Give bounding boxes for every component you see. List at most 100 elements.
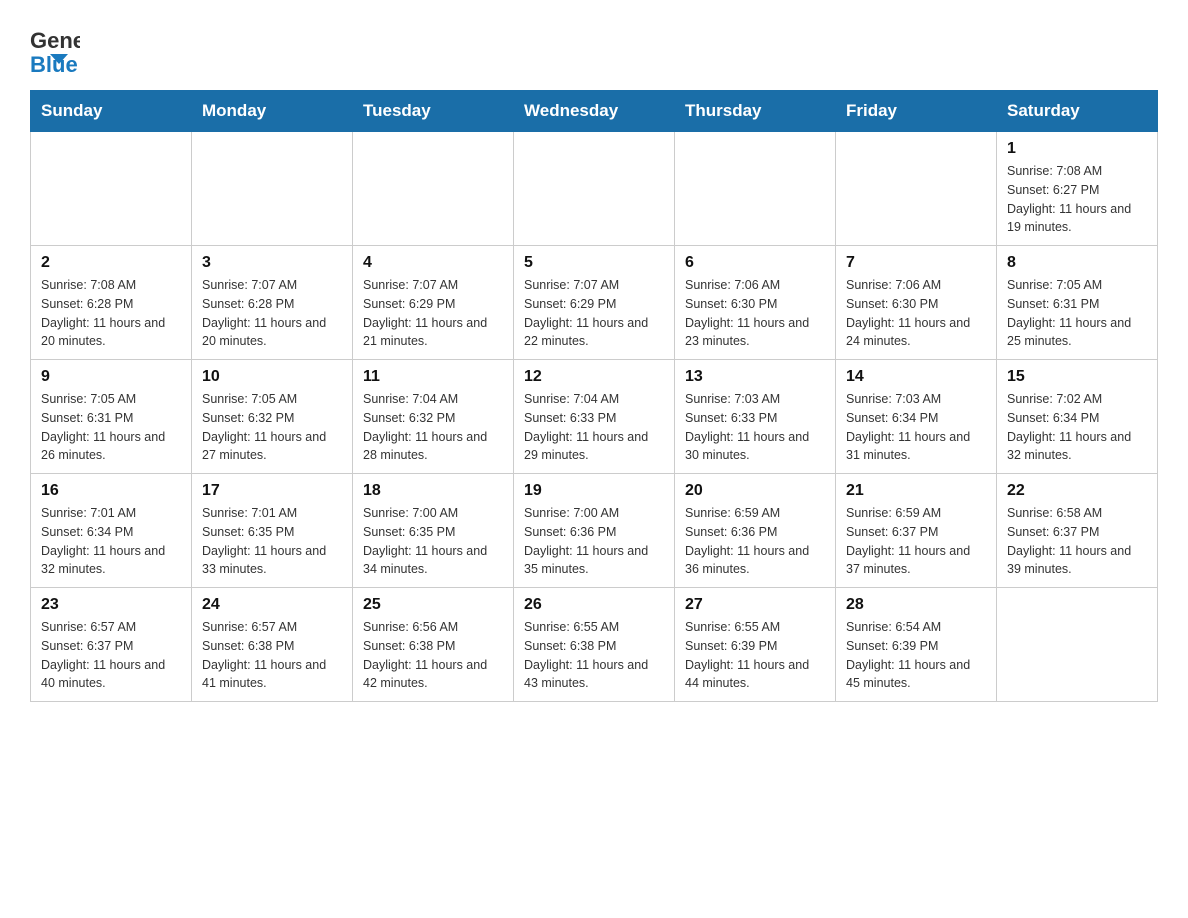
calendar-cell: 8 Sunrise: 7:05 AM Sunset: 6:31 PM Daylig… <box>997 246 1158 360</box>
calendar-cell: 2 Sunrise: 7:08 AM Sunset: 6:28 PM Daylig… <box>31 246 192 360</box>
day-number: 13 <box>685 368 825 386</box>
day-info: Sunrise: 6:59 AM Sunset: 6:37 PM Dayligh… <box>846 504 986 579</box>
calendar-cell: 9 Sunrise: 7:05 AM Sunset: 6:31 PM Daylig… <box>31 360 192 474</box>
day-info: Sunrise: 7:05 AM Sunset: 6:31 PM Dayligh… <box>1007 276 1147 351</box>
weekday-header-row: SundayMondayTuesdayWednesdayThursdayFrid… <box>31 91 1158 132</box>
day-info: Sunrise: 6:58 AM Sunset: 6:37 PM Dayligh… <box>1007 504 1147 579</box>
day-number: 17 <box>202 482 342 500</box>
weekday-header-tuesday: Tuesday <box>353 91 514 132</box>
calendar-cell: 22 Sunrise: 6:58 AM Sunset: 6:37 PM Dayli… <box>997 474 1158 588</box>
day-info: Sunrise: 6:57 AM Sunset: 6:38 PM Dayligh… <box>202 618 342 693</box>
calendar-cell: 19 Sunrise: 7:00 AM Sunset: 6:36 PM Dayli… <box>514 474 675 588</box>
day-number: 23 <box>41 596 181 614</box>
weekday-header-sunday: Sunday <box>31 91 192 132</box>
day-info: Sunrise: 7:01 AM Sunset: 6:34 PM Dayligh… <box>41 504 181 579</box>
day-info: Sunrise: 7:03 AM Sunset: 6:33 PM Dayligh… <box>685 390 825 465</box>
day-info: Sunrise: 7:00 AM Sunset: 6:35 PM Dayligh… <box>363 504 503 579</box>
day-info: Sunrise: 7:02 AM Sunset: 6:34 PM Dayligh… <box>1007 390 1147 465</box>
calendar-cell: 10 Sunrise: 7:05 AM Sunset: 6:32 PM Dayli… <box>192 360 353 474</box>
week-row-4: 16 Sunrise: 7:01 AM Sunset: 6:34 PM Dayli… <box>31 474 1158 588</box>
day-info: Sunrise: 7:05 AM Sunset: 6:32 PM Dayligh… <box>202 390 342 465</box>
page-header: General Blue <box>30 20 1158 80</box>
calendar-cell: 12 Sunrise: 7:04 AM Sunset: 6:33 PM Dayli… <box>514 360 675 474</box>
day-number: 27 <box>685 596 825 614</box>
day-info: Sunrise: 7:04 AM Sunset: 6:33 PM Dayligh… <box>524 390 664 465</box>
day-number: 12 <box>524 368 664 386</box>
calendar-cell: 4 Sunrise: 7:07 AM Sunset: 6:29 PM Daylig… <box>353 246 514 360</box>
day-number: 10 <box>202 368 342 386</box>
calendar-cell: 28 Sunrise: 6:54 AM Sunset: 6:39 PM Dayli… <box>836 588 997 702</box>
week-row-1: 1 Sunrise: 7:08 AM Sunset: 6:27 PM Daylig… <box>31 132 1158 246</box>
day-number: 5 <box>524 254 664 272</box>
day-number: 15 <box>1007 368 1147 386</box>
calendar-cell <box>353 132 514 246</box>
week-row-2: 2 Sunrise: 7:08 AM Sunset: 6:28 PM Daylig… <box>31 246 1158 360</box>
day-number: 3 <box>202 254 342 272</box>
calendar-cell: 18 Sunrise: 7:00 AM Sunset: 6:35 PM Dayli… <box>353 474 514 588</box>
calendar-cell: 21 Sunrise: 6:59 AM Sunset: 6:37 PM Dayli… <box>836 474 997 588</box>
week-row-3: 9 Sunrise: 7:05 AM Sunset: 6:31 PM Daylig… <box>31 360 1158 474</box>
day-info: Sunrise: 7:06 AM Sunset: 6:30 PM Dayligh… <box>846 276 986 351</box>
week-row-5: 23 Sunrise: 6:57 AM Sunset: 6:37 PM Dayli… <box>31 588 1158 702</box>
svg-text:Blue: Blue <box>30 52 78 75</box>
day-info: Sunrise: 6:54 AM Sunset: 6:39 PM Dayligh… <box>846 618 986 693</box>
calendar-cell: 16 Sunrise: 7:01 AM Sunset: 6:34 PM Dayli… <box>31 474 192 588</box>
day-info: Sunrise: 6:57 AM Sunset: 6:37 PM Dayligh… <box>41 618 181 693</box>
day-number: 1 <box>1007 140 1147 158</box>
weekday-header-monday: Monday <box>192 91 353 132</box>
calendar-cell: 5 Sunrise: 7:07 AM Sunset: 6:29 PM Daylig… <box>514 246 675 360</box>
day-info: Sunrise: 6:56 AM Sunset: 6:38 PM Dayligh… <box>363 618 503 693</box>
calendar-cell: 26 Sunrise: 6:55 AM Sunset: 6:38 PM Dayli… <box>514 588 675 702</box>
day-info: Sunrise: 7:06 AM Sunset: 6:30 PM Dayligh… <box>685 276 825 351</box>
day-number: 2 <box>41 254 181 272</box>
day-number: 19 <box>524 482 664 500</box>
calendar-cell: 6 Sunrise: 7:06 AM Sunset: 6:30 PM Daylig… <box>675 246 836 360</box>
day-info: Sunrise: 7:00 AM Sunset: 6:36 PM Dayligh… <box>524 504 664 579</box>
calendar-cell <box>192 132 353 246</box>
calendar-cell <box>675 132 836 246</box>
calendar-cell: 14Sunrise: 7:03 AM Sunset: 6:34 PM Dayli… <box>836 360 997 474</box>
day-number: 6 <box>685 254 825 272</box>
day-number: 7 <box>846 254 986 272</box>
calendar-cell: 3 Sunrise: 7:07 AM Sunset: 6:28 PM Daylig… <box>192 246 353 360</box>
day-number: 14 <box>846 368 986 386</box>
calendar-cell: 27 Sunrise: 6:55 AM Sunset: 6:39 PM Dayli… <box>675 588 836 702</box>
day-number: 11 <box>363 368 503 386</box>
day-number: 20 <box>685 482 825 500</box>
day-number: 22 <box>1007 482 1147 500</box>
logo-icon: General Blue <box>30 20 80 80</box>
day-info: Sunrise: 7:07 AM Sunset: 6:29 PM Dayligh… <box>363 276 503 351</box>
day-number: 28 <box>846 596 986 614</box>
calendar-cell <box>836 132 997 246</box>
day-info: Sunrise: 7:08 AM Sunset: 6:28 PM Dayligh… <box>41 276 181 351</box>
day-info: Sunrise: 6:55 AM Sunset: 6:39 PM Dayligh… <box>685 618 825 693</box>
day-number: 8 <box>1007 254 1147 272</box>
calendar-cell <box>514 132 675 246</box>
logo: General Blue <box>30 20 80 80</box>
day-info: Sunrise: 7:08 AM Sunset: 6:27 PM Dayligh… <box>1007 162 1147 237</box>
day-number: 4 <box>363 254 503 272</box>
calendar-cell: 13 Sunrise: 7:03 AM Sunset: 6:33 PM Dayli… <box>675 360 836 474</box>
day-number: 24 <box>202 596 342 614</box>
day-number: 21 <box>846 482 986 500</box>
day-info: Sunrise: 6:59 AM Sunset: 6:36 PM Dayligh… <box>685 504 825 579</box>
day-info: Sunrise: 7:04 AM Sunset: 6:32 PM Dayligh… <box>363 390 503 465</box>
calendar-cell: 23 Sunrise: 6:57 AM Sunset: 6:37 PM Dayli… <box>31 588 192 702</box>
weekday-header-saturday: Saturday <box>997 91 1158 132</box>
day-number: 25 <box>363 596 503 614</box>
weekday-header-wednesday: Wednesday <box>514 91 675 132</box>
day-number: 26 <box>524 596 664 614</box>
day-number: 9 <box>41 368 181 386</box>
day-info: Sunrise: 6:55 AM Sunset: 6:38 PM Dayligh… <box>524 618 664 693</box>
day-info: Sunrise: 7:05 AM Sunset: 6:31 PM Dayligh… <box>41 390 181 465</box>
calendar-cell <box>997 588 1158 702</box>
calendar-cell: 7 Sunrise: 7:06 AM Sunset: 6:30 PM Daylig… <box>836 246 997 360</box>
day-number: 18 <box>363 482 503 500</box>
day-info: Sunrise: 7:07 AM Sunset: 6:28 PM Dayligh… <box>202 276 342 351</box>
calendar-cell: 15 Sunrise: 7:02 AM Sunset: 6:34 PM Dayli… <box>997 360 1158 474</box>
day-number: 16 <box>41 482 181 500</box>
calendar-cell: 17Sunrise: 7:01 AM Sunset: 6:35 PM Dayli… <box>192 474 353 588</box>
calendar-cell: 1 Sunrise: 7:08 AM Sunset: 6:27 PM Daylig… <box>997 132 1158 246</box>
day-info: Sunrise: 7:07 AM Sunset: 6:29 PM Dayligh… <box>524 276 664 351</box>
weekday-header-thursday: Thursday <box>675 91 836 132</box>
